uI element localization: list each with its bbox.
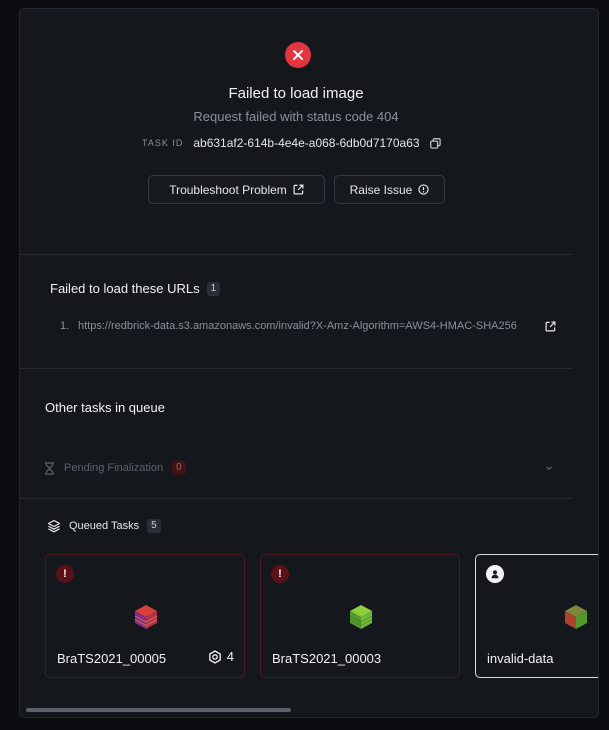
- failed-urls-title: Failed to load these URLs: [50, 281, 200, 296]
- pending-label: Pending Finalization: [64, 462, 164, 474]
- troubleshoot-label: Troubleshoot Problem: [169, 182, 287, 197]
- failed-url-item: 1. https://redbrick-data.s3.amazonaws.co…: [60, 320, 556, 332]
- task-card[interactable]: ! BraTS2021_00003: [260, 554, 460, 678]
- url-text: https://redbrick-data.s3.amazonaws.com/i…: [78, 320, 517, 332]
- divider: [20, 498, 572, 499]
- warning-icon: !: [56, 565, 74, 583]
- task-card-name: invalid-data: [487, 651, 554, 666]
- task-card-name: BraTS2021_00005: [57, 651, 167, 666]
- troubleshoot-button[interactable]: Troubleshoot Problem: [148, 175, 325, 204]
- queued-tasks-label: Queued Tasks: [69, 520, 140, 532]
- task-id-row: TASK ID ab631af2-614b-4e4e-a068-6db0d717…: [142, 136, 441, 150]
- task-card[interactable]: ! BraTS2021_00005 4: [45, 554, 245, 678]
- task-id-label: TASK ID: [142, 138, 184, 148]
- raise-issue-label: Raise Issue: [349, 182, 413, 197]
- error-panel: Failed to load image Request failed with…: [19, 8, 599, 718]
- raise-issue-button[interactable]: Raise Issue: [334, 175, 445, 204]
- hexagon-icon: [208, 649, 221, 664]
- pending-count: 0: [172, 461, 186, 475]
- close-icon: [285, 42, 311, 68]
- warning-icon: !: [271, 565, 289, 583]
- error-subtitle: Request failed with status code 404: [193, 109, 399, 124]
- divider: [20, 254, 572, 255]
- divider: [20, 368, 572, 369]
- volume-cube-icon: [565, 605, 587, 629]
- task-card[interactable]: invalid-data: [475, 554, 598, 678]
- other-tasks-title: Other tasks in queue: [45, 400, 165, 415]
- error-title: Failed to load image: [228, 85, 364, 102]
- info-icon: [418, 184, 430, 195]
- task-id-value: ab631af2-614b-4e4e-a068-6db0d7170a63: [193, 136, 420, 150]
- copy-icon[interactable]: [429, 137, 441, 149]
- user-icon: [486, 565, 504, 583]
- task-card-count-value: 4: [226, 649, 234, 664]
- failed-urls-count: 1: [206, 281, 221, 296]
- url-index: 1.: [60, 320, 70, 332]
- failed-urls-header: Failed to load these URLs 1: [50, 281, 221, 296]
- volume-cube-icon: [349, 605, 373, 629]
- external-link-icon[interactable]: [545, 321, 556, 332]
- horizontal-scrollbar[interactable]: [26, 708, 291, 712]
- chevron-down-icon[interactable]: [544, 463, 554, 473]
- layers-icon: [47, 519, 61, 533]
- external-link-icon: [293, 184, 304, 195]
- volume-cube-icon: [134, 605, 158, 629]
- pending-finalization-row[interactable]: Pending Finalization 0: [44, 461, 554, 475]
- hourglass-icon: [45, 461, 54, 475]
- task-card-count: 4: [208, 649, 234, 664]
- other-tasks-header: Other tasks in queue: [45, 400, 165, 415]
- queued-tasks-header: Queued Tasks 5: [47, 519, 161, 533]
- task-card-name: BraTS2021_00003: [272, 651, 382, 666]
- queued-tasks-count: 5: [147, 519, 161, 533]
